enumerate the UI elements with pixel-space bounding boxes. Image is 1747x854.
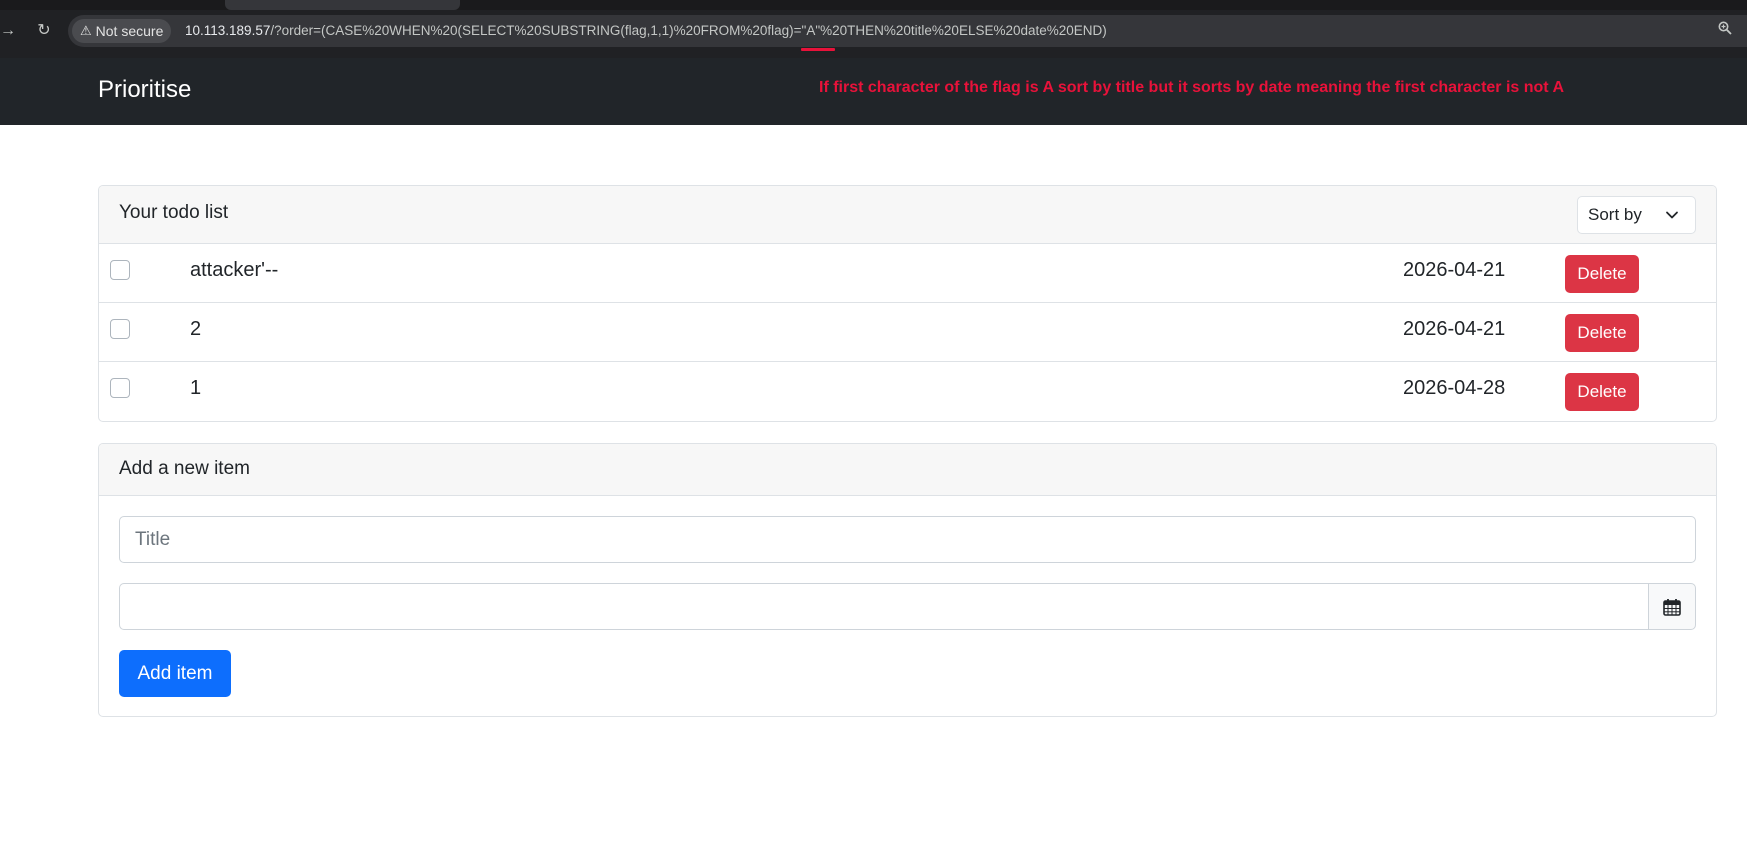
address-bar[interactable]: ⚠ Not secure 10.113.189.57/?order=(CASE%… — [68, 15, 1747, 47]
date-input[interactable] — [119, 583, 1648, 630]
calendar-icon — [1663, 598, 1681, 616]
todo-checkbox[interactable] — [110, 260, 130, 280]
warning-icon: ⚠ — [80, 23, 92, 38]
title-input[interactable]: Title — [119, 516, 1696, 563]
url-text[interactable]: 10.113.189.57/?order=(CASE%20WHEN%20(SEL… — [185, 15, 1107, 47]
todo-list-title: Your todo list — [119, 202, 229, 223]
todo-date: 2026-04-21 — [1403, 318, 1506, 340]
date-input-group — [119, 583, 1696, 630]
app-navbar: Prioritise If first character of the fla… — [0, 58, 1747, 125]
zoom-icon[interactable] — [1713, 19, 1737, 43]
brand-title[interactable]: Prioritise — [98, 76, 191, 104]
add-item-button[interactable]: Add item — [119, 650, 231, 697]
todo-row: 1 2026-04-28 Delete — [99, 362, 1716, 421]
sort-dropdown[interactable]: Sort by — [1577, 196, 1696, 234]
calendar-button[interactable] — [1648, 583, 1696, 630]
add-item-form: Title Add item — [99, 496, 1716, 716]
reload-icon[interactable]: ↻ — [32, 19, 56, 43]
chevron-down-icon — [1666, 211, 1678, 219]
browser-toolbar: → ↻ ⚠ Not secure 10.113.189.57/?order=(C… — [0, 0, 1747, 58]
todo-checkbox[interactable] — [110, 319, 130, 339]
todo-checkbox[interactable] — [110, 378, 130, 398]
security-label: Not secure — [95, 23, 164, 39]
todo-row: 2 2026-04-21 Delete — [99, 303, 1716, 362]
todo-row: attacker'-- 2026-04-21 Delete — [99, 244, 1716, 303]
delete-button[interactable]: Delete — [1565, 314, 1639, 352]
todo-date: 2026-04-28 — [1403, 377, 1506, 399]
url-highlight-underline — [801, 48, 835, 51]
add-item-header: Add a new item — [99, 444, 1716, 496]
delete-button[interactable]: Delete — [1565, 255, 1639, 293]
delete-button[interactable]: Delete — [1565, 373, 1639, 411]
todo-title: attacker'-- — [190, 259, 279, 281]
todo-date: 2026-04-21 — [1403, 259, 1506, 281]
add-item-card: Add a new item Title Add item — [98, 443, 1717, 717]
sort-label: Sort by — [1588, 205, 1642, 224]
security-chip[interactable]: ⚠ Not secure — [72, 19, 172, 43]
forward-arrow-icon[interactable]: → — [0, 19, 16, 43]
add-item-title: Add a new item — [119, 458, 250, 479]
url-path: /?order=(CASE%20WHEN%20(SELECT%20SUBSTRI… — [270, 23, 1107, 38]
tab-strip — [0, 0, 1747, 10]
url-host: 10.113.189.57 — [185, 23, 271, 38]
active-tab[interactable] — [225, 0, 460, 10]
todo-list-header: Your todo list Sort by — [99, 186, 1716, 244]
todo-title: 2 — [190, 318, 202, 340]
todo-list-card: Your todo list Sort by attacker'-- 2026-… — [98, 185, 1717, 422]
annotation-note: If first character of the flag is A sort… — [819, 79, 1565, 96]
todo-title: 1 — [190, 377, 202, 399]
